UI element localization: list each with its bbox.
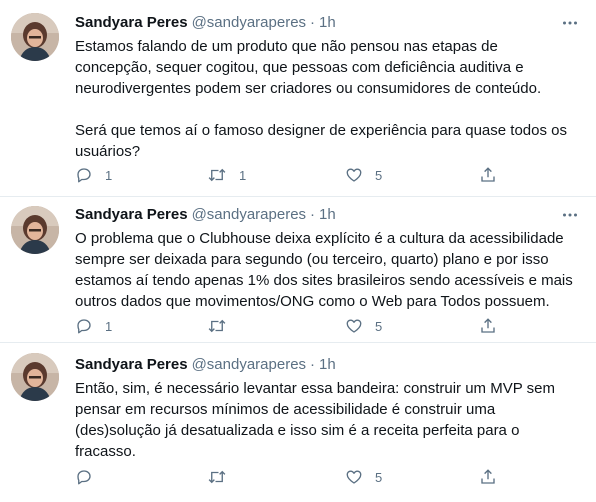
tweet-actions: 5 — [75, 467, 505, 487]
tweet-header: Sandyara Peres @sandyaraperes · 1h — [75, 205, 336, 225]
reply-button[interactable]: 1 — [75, 316, 112, 336]
reply-button[interactable]: 1 — [75, 165, 112, 185]
share-icon — [481, 318, 495, 333]
tweet-text: Então, sim, é necessário levantar essa b… — [75, 380, 555, 460]
retweet-count: 1 — [239, 167, 247, 183]
tweet-text: Estamos falando de um produto que não pe… — [75, 38, 567, 160]
tweet[interactable]: Sandyara Peres @sandyaraperes · 1h Então, s… — [0, 343, 596, 502]
heart-icon — [346, 470, 362, 484]
tweet-header: Sandyara Peres @sandyaraperes · 1h — [75, 13, 336, 33]
avatar[interactable] — [11, 13, 59, 61]
like-count: 5 — [375, 318, 383, 334]
like-button[interactable]: 5 — [345, 467, 382, 487]
reply-button[interactable] — [75, 467, 105, 487]
separator: · — [310, 14, 316, 31]
like-button[interactable]: 5 — [345, 165, 382, 185]
tweet-actions: 1 1 5 — [75, 165, 505, 185]
retweet-button[interactable] — [207, 316, 239, 336]
like-button[interactable]: 5 — [345, 316, 382, 336]
author-handle[interactable]: @sandyaraperes — [192, 206, 306, 223]
author-name[interactable]: Sandyara Peres — [75, 356, 188, 373]
more-horizontal-icon — [563, 21, 577, 25]
author-name[interactable]: Sandyara Peres — [75, 14, 188, 31]
separator: · — [310, 206, 316, 223]
author-handle[interactable]: @sandyaraperes — [192, 14, 306, 31]
like-count: 5 — [375, 469, 383, 485]
retweet-icon — [208, 168, 226, 182]
timestamp[interactable]: 1h — [319, 206, 336, 223]
share-button[interactable] — [479, 165, 497, 185]
more-horizontal-icon — [563, 213, 577, 217]
share-button[interactable] — [479, 467, 497, 487]
more-button[interactable] — [560, 205, 580, 225]
like-count: 5 — [375, 167, 383, 183]
heart-icon — [346, 319, 362, 333]
author-handle[interactable]: @sandyaraperes — [192, 356, 306, 373]
tweet-text: O problema que o Clubhouse deixa explíci… — [75, 230, 573, 310]
reply-icon — [77, 168, 91, 183]
retweet-icon — [208, 470, 226, 484]
author-name[interactable]: Sandyara Peres — [75, 206, 188, 223]
share-button[interactable] — [479, 316, 497, 336]
timestamp[interactable]: 1h — [319, 356, 336, 373]
avatar[interactable] — [11, 206, 59, 254]
tweet[interactable]: Sandyara Peres @sandyaraperes · 1h O proble… — [0, 197, 596, 342]
avatar[interactable] — [11, 353, 59, 401]
more-button[interactable] — [560, 13, 580, 33]
reply-count: 1 — [105, 167, 113, 183]
tweet[interactable]: Sandyara Peres @sandyaraperes · 1h Estamos … — [0, 0, 596, 196]
retweet-button[interactable]: 1 — [207, 165, 246, 185]
tweet-actions: 1 5 — [75, 316, 505, 336]
separator: · — [310, 356, 316, 373]
heart-icon — [346, 168, 362, 182]
share-icon — [481, 167, 495, 182]
share-icon — [481, 469, 495, 484]
reply-icon — [77, 470, 91, 485]
tweet-header: Sandyara Peres @sandyaraperes · 1h — [75, 355, 336, 375]
retweet-icon — [208, 319, 226, 333]
reply-icon — [77, 319, 91, 334]
reply-count: 1 — [105, 318, 113, 334]
timestamp[interactable]: 1h — [319, 14, 336, 31]
retweet-button[interactable] — [207, 467, 239, 487]
